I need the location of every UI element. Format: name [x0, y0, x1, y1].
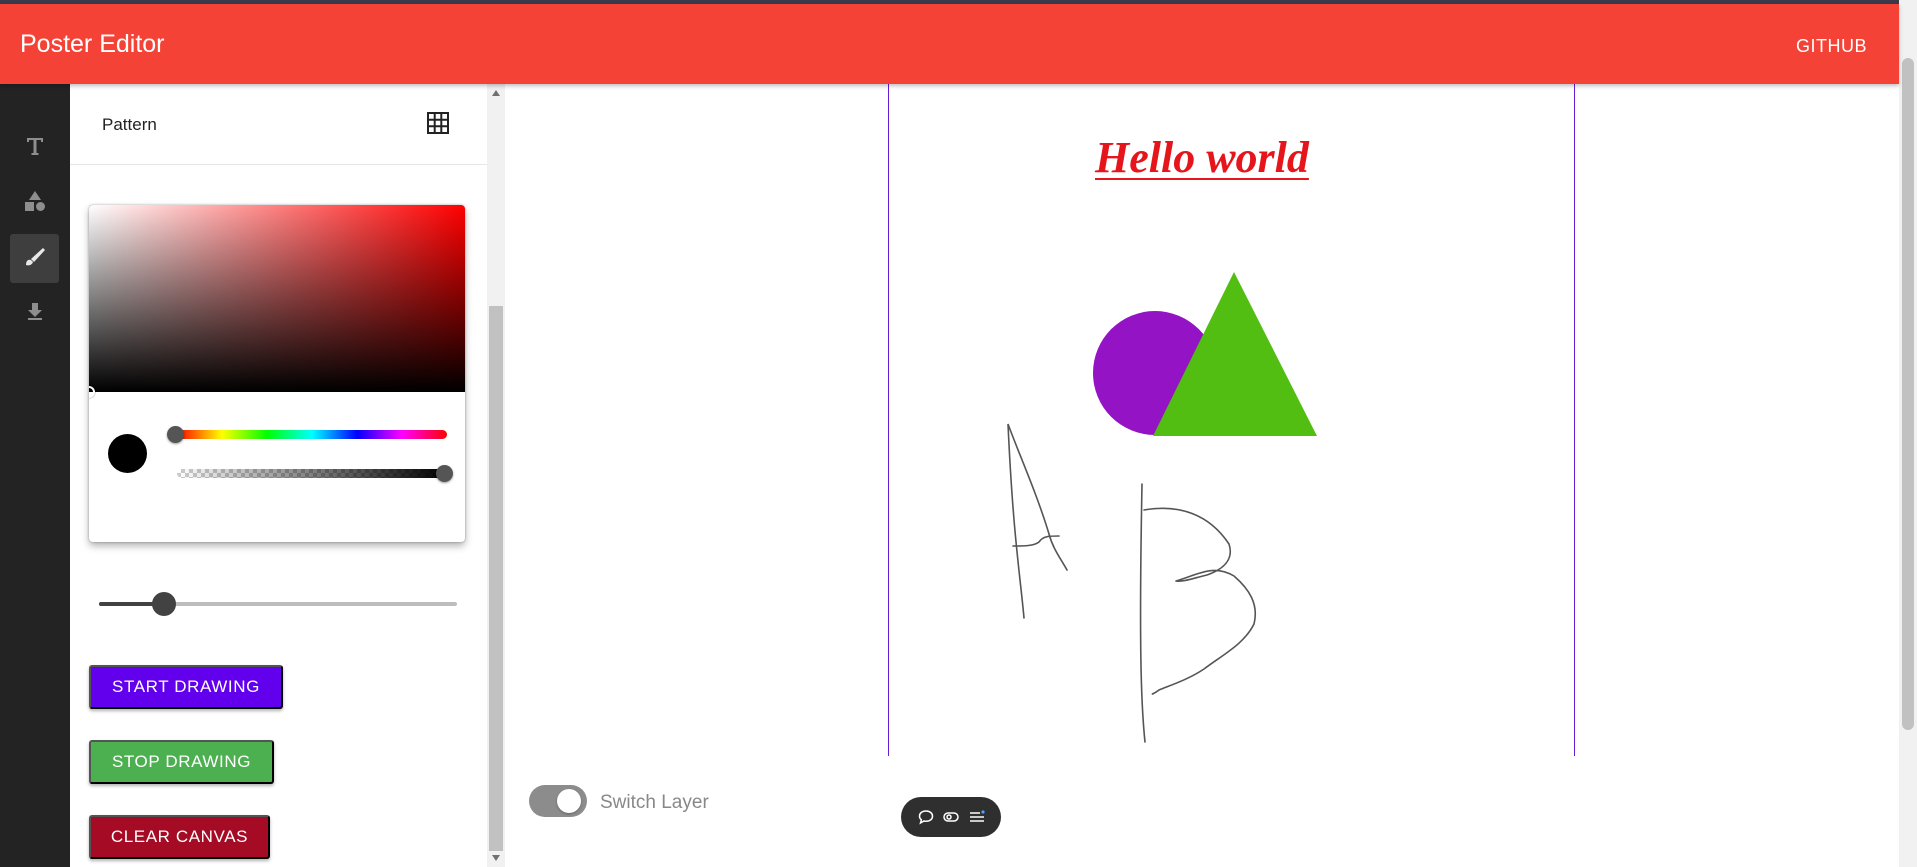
panel-scrollbar[interactable] [487, 84, 505, 867]
brush-icon [23, 244, 47, 273]
download-tool-button[interactable] [10, 289, 59, 338]
drawing-options-panel: Pattern START DRAWING STOP DRAWING CLEAR… [70, 84, 487, 867]
draw-tool-button[interactable] [10, 234, 59, 283]
page-scrollbar-thumb[interactable] [1902, 58, 1914, 730]
hue-slider-thumb[interactable] [167, 426, 184, 443]
freehand-letter-a[interactable] [1007, 423, 1068, 619]
alpha-slider[interactable] [177, 469, 447, 478]
app-title: Poster Editor [20, 30, 165, 58]
switch-layer-toggle[interactable] [529, 785, 587, 817]
text-tool-button[interactable] [10, 124, 59, 173]
hue-slider[interactable] [177, 430, 447, 439]
comment-icon[interactable] [917, 808, 935, 826]
text-icon [24, 135, 46, 162]
panel-scrollbar-thumb[interactable] [489, 306, 503, 851]
toggle-icon[interactable] [942, 808, 960, 826]
saturation-area[interactable] [89, 205, 465, 392]
start-drawing-button[interactable]: START DRAWING [89, 665, 283, 709]
grid-icon[interactable] [426, 111, 450, 140]
alpha-slider-thumb[interactable] [436, 465, 453, 482]
pattern-label: Pattern [102, 115, 157, 134]
menu-icon[interactable] [968, 808, 986, 826]
clear-canvas-button[interactable]: CLEAR CANVAS [89, 815, 270, 859]
switch-layer-label: Switch Layer [600, 792, 709, 813]
tool-sidebar [0, 84, 70, 867]
freehand-letter-b[interactable] [1139, 483, 1256, 743]
download-icon [24, 300, 46, 327]
shapes-tool-button[interactable] [10, 179, 59, 228]
floating-toolbar [901, 797, 1001, 837]
scroll-up-arrow-icon[interactable] [492, 90, 500, 96]
brush-size-thumb[interactable] [152, 592, 176, 616]
scroll-down-arrow-icon[interactable] [492, 855, 500, 861]
page-scrollbar[interactable] [1899, 0, 1917, 867]
poster-drawing [1007, 272, 1317, 743]
stop-drawing-button[interactable]: STOP DRAWING [89, 740, 274, 784]
switch-layer-knob[interactable] [557, 789, 581, 813]
app-bar: Poster Editor GITHUB [0, 4, 1899, 84]
github-link[interactable]: GITHUB [1796, 36, 1867, 57]
pattern-row[interactable]: Pattern [70, 84, 487, 165]
shapes-icon [23, 189, 47, 218]
poster-canvas[interactable]: Hello world [888, 84, 1575, 756]
color-picker [89, 205, 465, 542]
selected-color-swatch [108, 434, 147, 473]
